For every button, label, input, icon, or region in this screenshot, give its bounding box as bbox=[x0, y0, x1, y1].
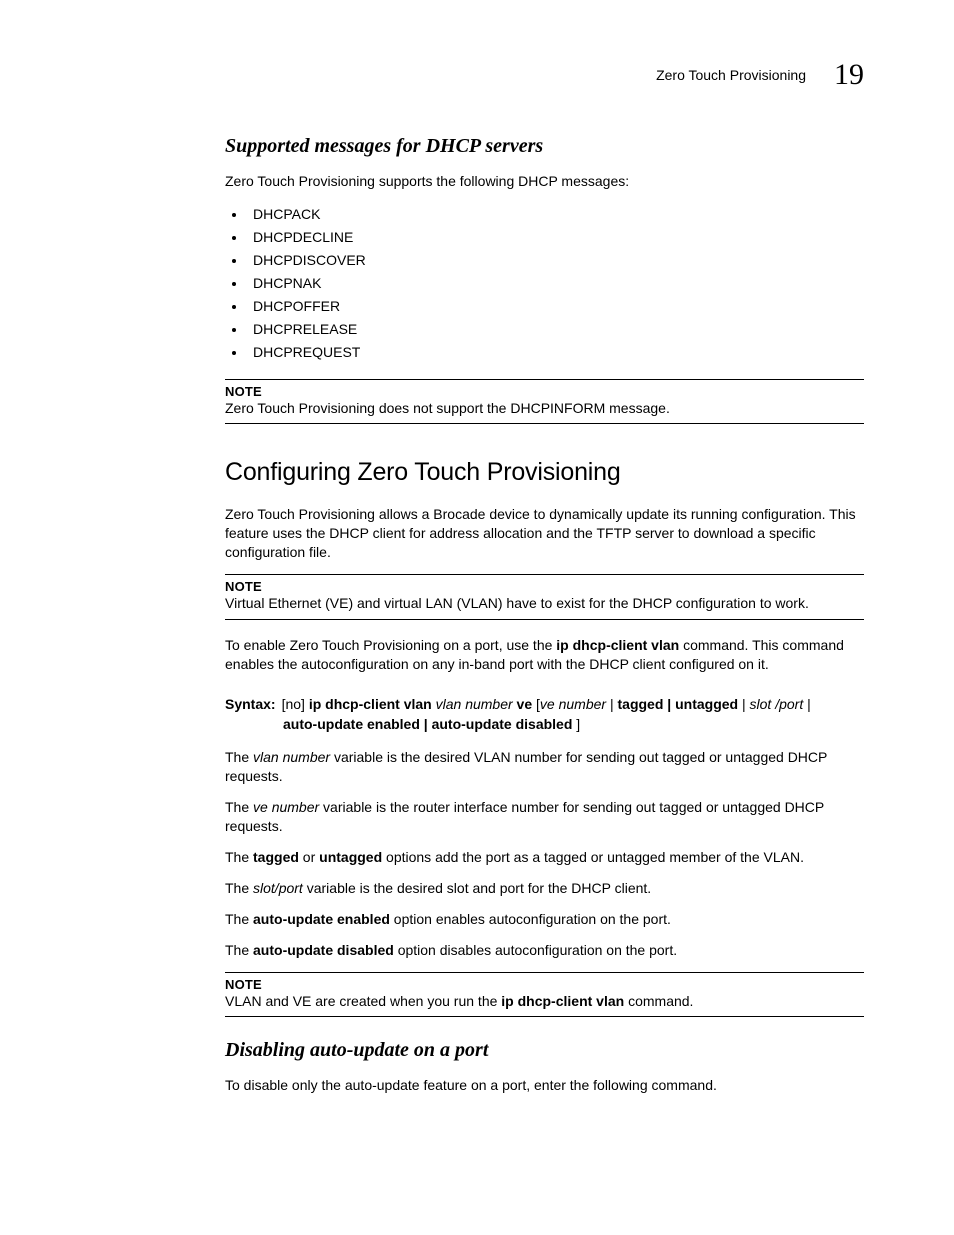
list-item: DHCPDECLINE bbox=[247, 226, 864, 249]
text: [no] bbox=[282, 696, 309, 712]
text: slot /port bbox=[750, 696, 804, 712]
text: VLAN and VE are created when you run the bbox=[225, 993, 501, 1009]
list-item: DHCPOFFER bbox=[247, 295, 864, 318]
syntax-label: Syntax: bbox=[225, 694, 276, 714]
list-item: DHCPREQUEST bbox=[247, 341, 864, 364]
running-header: Zero Touch Provisioning 19 bbox=[656, 58, 864, 92]
note-label: NOTE bbox=[225, 579, 864, 594]
text: ip dhcp-client vlan bbox=[309, 696, 436, 712]
body-text: The vlan number variable is the desired … bbox=[225, 748, 864, 786]
list-item: DHCPACK bbox=[247, 203, 864, 226]
dhcp-message-list: DHCPACK DHCPDECLINE DHCPDISCOVER DHCPNAK… bbox=[225, 203, 864, 365]
heading-supported-messages: Supported messages for DHCP servers bbox=[225, 135, 864, 158]
keyword-text: tagged bbox=[253, 849, 299, 865]
body-text: The slot/port variable is the desired sl… bbox=[225, 879, 864, 898]
running-title: Zero Touch Provisioning bbox=[656, 67, 806, 83]
variable-text: vlan number bbox=[253, 749, 330, 765]
text: variable is the desired slot and port fo… bbox=[303, 880, 651, 896]
keyword-text: auto-update enabled bbox=[253, 911, 390, 927]
syntax-command: auto-update enabled | auto-update disabl… bbox=[277, 716, 580, 732]
body-text: To enable Zero Touch Provisioning on a p… bbox=[225, 636, 864, 674]
command-text: ip dhcp-client vlan bbox=[501, 993, 624, 1009]
variable-text: slot/port bbox=[253, 880, 303, 896]
page: Zero Touch Provisioning 19 Supported mes… bbox=[0, 0, 954, 1235]
keyword-text: untagged bbox=[319, 849, 382, 865]
note-label: NOTE bbox=[225, 384, 864, 399]
note-box: NOTE Virtual Ethernet (VE) and virtual L… bbox=[225, 574, 864, 620]
text: command. bbox=[624, 993, 693, 1009]
text: The bbox=[225, 942, 253, 958]
text: | bbox=[803, 696, 811, 712]
body-text: The ve number variable is the router int… bbox=[225, 798, 864, 836]
syntax-command: [no] ip dhcp-client vlan vlan number ve … bbox=[276, 694, 811, 714]
text: auto-update enabled | auto-update disabl… bbox=[283, 716, 572, 732]
text: | bbox=[606, 696, 617, 712]
text: To enable Zero Touch Provisioning on a p… bbox=[225, 637, 556, 653]
text: ve number bbox=[540, 696, 606, 712]
text: The bbox=[225, 880, 253, 896]
body-text: The tagged or untagged options add the p… bbox=[225, 848, 864, 867]
body-text: The auto-update enabled option enables a… bbox=[225, 910, 864, 929]
intro-text: Zero Touch Provisioning supports the fol… bbox=[225, 172, 864, 191]
content: Supported messages for DHCP servers Zero… bbox=[225, 135, 864, 1107]
note-text: VLAN and VE are created when you run the… bbox=[225, 992, 864, 1011]
text: tagged | untagged bbox=[618, 696, 739, 712]
text: or bbox=[299, 849, 319, 865]
text: ve bbox=[513, 696, 536, 712]
text: ] bbox=[572, 716, 580, 732]
text: The bbox=[225, 849, 253, 865]
list-item: DHCPDISCOVER bbox=[247, 249, 864, 272]
chapter-number: 19 bbox=[834, 58, 864, 92]
syntax-row: Syntax: [no] ip dhcp-client vlan vlan nu… bbox=[225, 694, 864, 714]
body-text: The auto-update disabled option disables… bbox=[225, 941, 864, 960]
text: The bbox=[225, 749, 253, 765]
keyword-text: auto-update disabled bbox=[253, 942, 394, 958]
syntax-row: auto-update enabled | auto-update disabl… bbox=[225, 714, 864, 734]
heading-disabling-auto-update: Disabling auto-update on a port bbox=[225, 1039, 864, 1062]
text: The bbox=[225, 799, 253, 815]
note-text: Zero Touch Provisioning does not support… bbox=[225, 399, 864, 418]
command-text: ip dhcp-client vlan bbox=[556, 637, 679, 653]
body-text: Zero Touch Provisioning allows a Brocade… bbox=[225, 505, 864, 562]
note-label: NOTE bbox=[225, 977, 864, 992]
list-item: DHCPNAK bbox=[247, 272, 864, 295]
text: vlan number bbox=[436, 696, 513, 712]
text: | bbox=[738, 696, 749, 712]
note-text: Virtual Ethernet (VE) and virtual LAN (V… bbox=[225, 594, 864, 613]
heading-configuring: Configuring Zero Touch Provisioning bbox=[225, 458, 864, 487]
text: option disables autoconfiguration on the… bbox=[394, 942, 677, 958]
list-item: DHCPRELEASE bbox=[247, 318, 864, 341]
text: option enables autoconfiguration on the … bbox=[390, 911, 671, 927]
body-text: To disable only the auto-update feature … bbox=[225, 1076, 864, 1095]
variable-text: ve number bbox=[253, 799, 319, 815]
text: options add the port as a tagged or unta… bbox=[382, 849, 804, 865]
syntax-block: Syntax: [no] ip dhcp-client vlan vlan nu… bbox=[225, 694, 864, 735]
text: The bbox=[225, 911, 253, 927]
note-box: NOTE Zero Touch Provisioning does not su… bbox=[225, 379, 864, 425]
note-box: NOTE VLAN and VE are created when you ru… bbox=[225, 972, 864, 1018]
